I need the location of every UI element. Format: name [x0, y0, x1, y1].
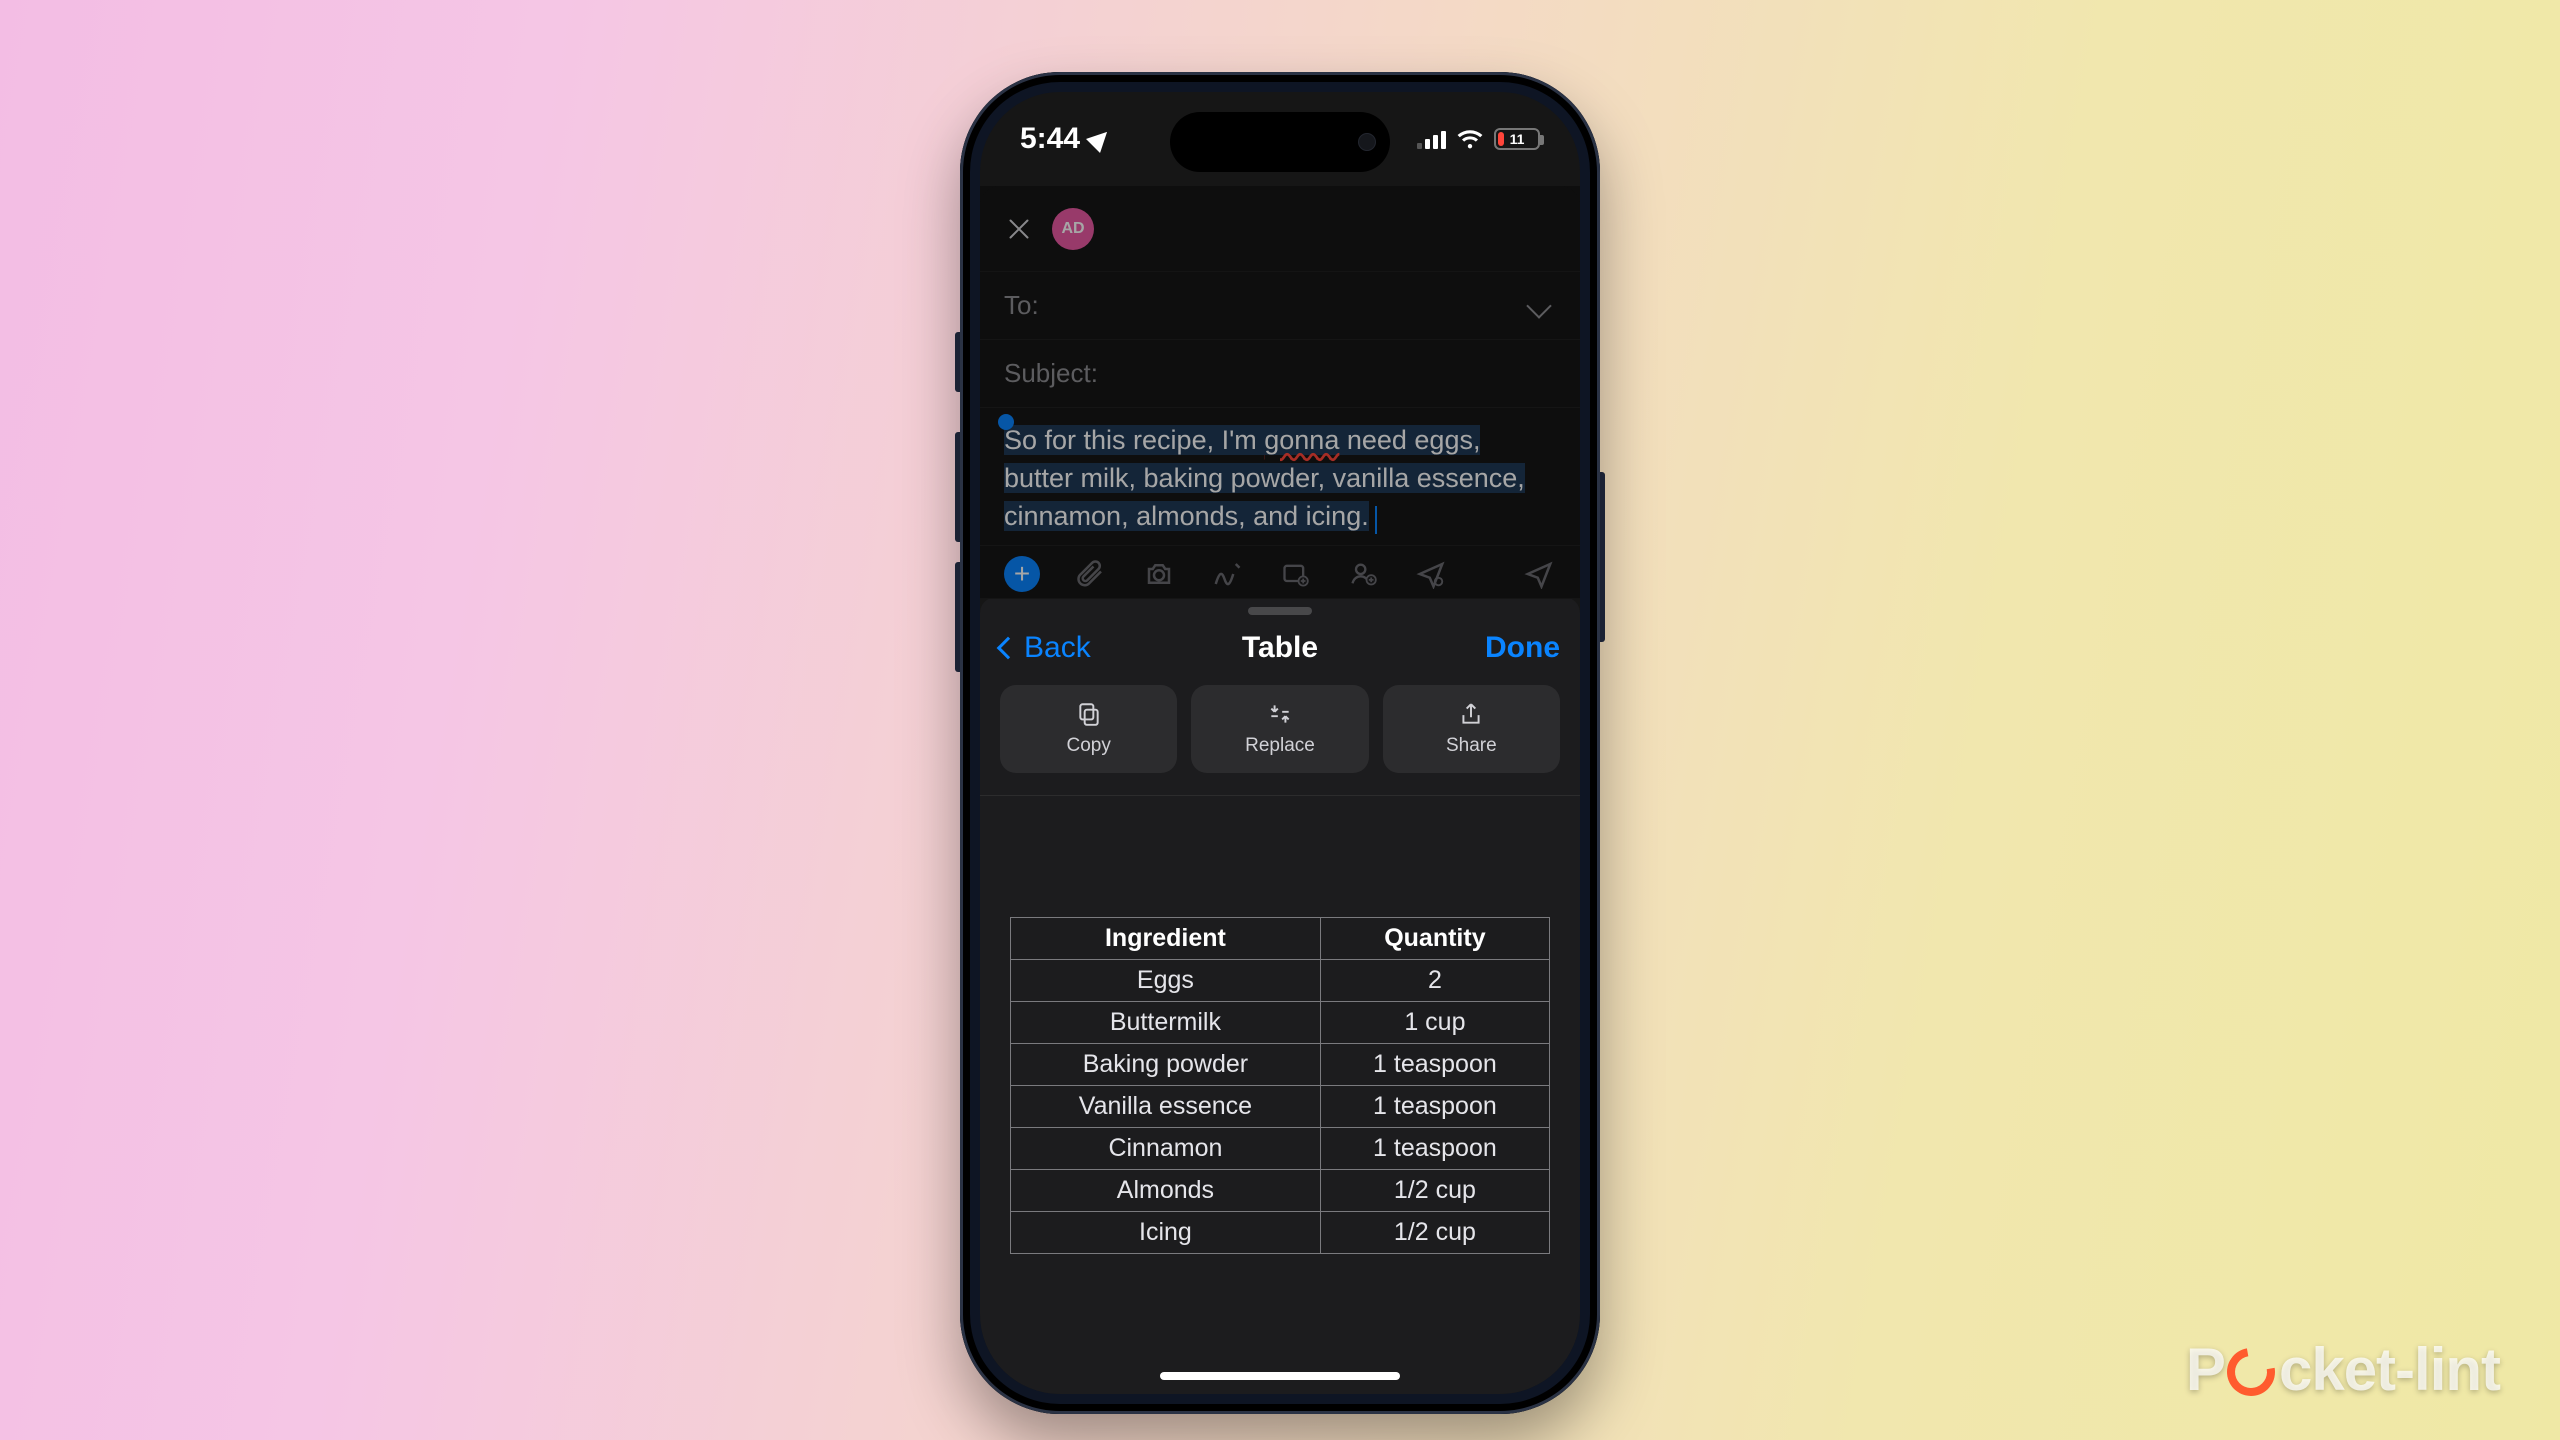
- share-label: Share: [1446, 735, 1497, 757]
- volume-up-button: [955, 432, 960, 542]
- table-row[interactable]: Eggs2: [1011, 959, 1550, 1001]
- body-text-part1: So for this recipe, I'm: [1004, 425, 1264, 455]
- sender-avatar[interactable]: AD: [1052, 208, 1094, 250]
- home-indicator[interactable]: [1160, 1372, 1400, 1380]
- phone-mockup: 5:44 11 AD To: Subject:: [960, 72, 1600, 1414]
- to-label: To:: [1004, 290, 1039, 321]
- selection-start-handle[interactable]: [998, 414, 1014, 430]
- status-time: 5:44: [1020, 122, 1080, 156]
- table-row[interactable]: Vanilla essence1 teaspoon: [1011, 1085, 1550, 1127]
- replace-button[interactable]: Replace: [1191, 685, 1368, 773]
- table-cell: 1 cup: [1320, 1001, 1549, 1043]
- camera-icon[interactable]: [1142, 557, 1176, 591]
- table-row[interactable]: Baking powder1 teaspoon: [1011, 1043, 1550, 1085]
- replace-icon: [1267, 701, 1293, 727]
- table-cell: Cinnamon: [1011, 1127, 1321, 1169]
- watermark-post: cket-lint: [2279, 1335, 2500, 1404]
- expand-recipients-icon[interactable]: [1526, 293, 1551, 318]
- attachment-icon[interactable]: [1074, 557, 1108, 591]
- text-caret[interactable]: [1375, 506, 1377, 534]
- watermark-pre: P: [2186, 1335, 2225, 1404]
- ingredients-table[interactable]: IngredientQuantity Eggs2Buttermilk1 cupB…: [1010, 917, 1550, 1254]
- sheet-title: Table: [1242, 631, 1318, 665]
- to-field[interactable]: To:: [980, 272, 1580, 340]
- table-sheet: Back Table Done Copy Replace Share: [980, 597, 1580, 1394]
- subject-field[interactable]: Subject:: [980, 340, 1580, 408]
- ai-send-icon[interactable]: [1414, 557, 1448, 591]
- markup-icon[interactable]: [1210, 557, 1244, 591]
- copy-label: Copy: [1066, 735, 1110, 757]
- table-cell: Icing: [1011, 1211, 1321, 1253]
- table-cell: Vanilla essence: [1011, 1085, 1321, 1127]
- table-cell: 1 teaspoon: [1320, 1043, 1549, 1085]
- compose-panel: AD To: Subject: So for this recipe, I'm …: [980, 186, 1580, 599]
- send-button[interactable]: [1522, 557, 1556, 591]
- wifi-icon: [1456, 128, 1484, 150]
- table-row[interactable]: Almonds1/2 cup: [1011, 1169, 1550, 1211]
- battery-indicator: 11: [1494, 128, 1540, 150]
- battery-percent: 11: [1510, 131, 1525, 147]
- photo-add-icon[interactable]: [1278, 557, 1312, 591]
- cellular-signal-icon: [1417, 129, 1446, 149]
- subject-label: Subject:: [1004, 358, 1098, 389]
- action-row: Copy Replace Share: [980, 685, 1580, 796]
- table-row[interactable]: Cinnamon1 teaspoon: [1011, 1127, 1550, 1169]
- drag-handle[interactable]: [1248, 607, 1312, 615]
- table-cell: 1 teaspoon: [1320, 1127, 1549, 1169]
- table-row[interactable]: Icing1/2 cup: [1011, 1211, 1550, 1253]
- power-button: [1600, 472, 1605, 642]
- table-cell: 1/2 cup: [1320, 1169, 1549, 1211]
- done-button[interactable]: Done: [1485, 631, 1560, 665]
- phone-screen: 5:44 11 AD To: Subject:: [980, 92, 1580, 1394]
- share-icon: [1458, 701, 1484, 727]
- person-add-icon[interactable]: [1346, 557, 1380, 591]
- table-cell: 2: [1320, 959, 1549, 1001]
- body-text-underlined: gonna: [1264, 425, 1339, 455]
- add-button[interactable]: +: [1004, 556, 1040, 592]
- message-body[interactable]: So for this recipe, I'm gonna need eggs,…: [980, 408, 1580, 545]
- watermark-o-icon: [2218, 1338, 2285, 1405]
- location-arrow-icon: [1090, 129, 1110, 149]
- share-button[interactable]: Share: [1383, 685, 1560, 773]
- close-button[interactable]: [1004, 214, 1034, 244]
- table-cell: Almonds: [1011, 1169, 1321, 1211]
- volume-switch: [955, 332, 960, 392]
- back-button[interactable]: Back: [1000, 631, 1091, 665]
- copy-button[interactable]: Copy: [1000, 685, 1177, 773]
- table-cell: 1 teaspoon: [1320, 1085, 1549, 1127]
- copy-icon: [1076, 701, 1102, 727]
- table-cell: Baking powder: [1011, 1043, 1321, 1085]
- table-cell: Eggs: [1011, 959, 1321, 1001]
- replace-label: Replace: [1245, 735, 1315, 757]
- volume-down-button: [955, 562, 960, 672]
- camera-dot-icon: [1358, 133, 1376, 151]
- table-cell: 1/2 cup: [1320, 1211, 1549, 1253]
- table-row[interactable]: Buttermilk1 cup: [1011, 1001, 1550, 1043]
- table-cell: Buttermilk: [1011, 1001, 1321, 1043]
- chevron-left-icon: [997, 637, 1020, 660]
- back-label: Back: [1024, 631, 1091, 665]
- table-header: Quantity: [1320, 917, 1549, 959]
- dynamic-island: [1170, 112, 1390, 172]
- watermark: P cket-lint: [2186, 1335, 2500, 1404]
- compose-toolbar: +: [980, 545, 1580, 599]
- table-header: Ingredient: [1011, 917, 1321, 959]
